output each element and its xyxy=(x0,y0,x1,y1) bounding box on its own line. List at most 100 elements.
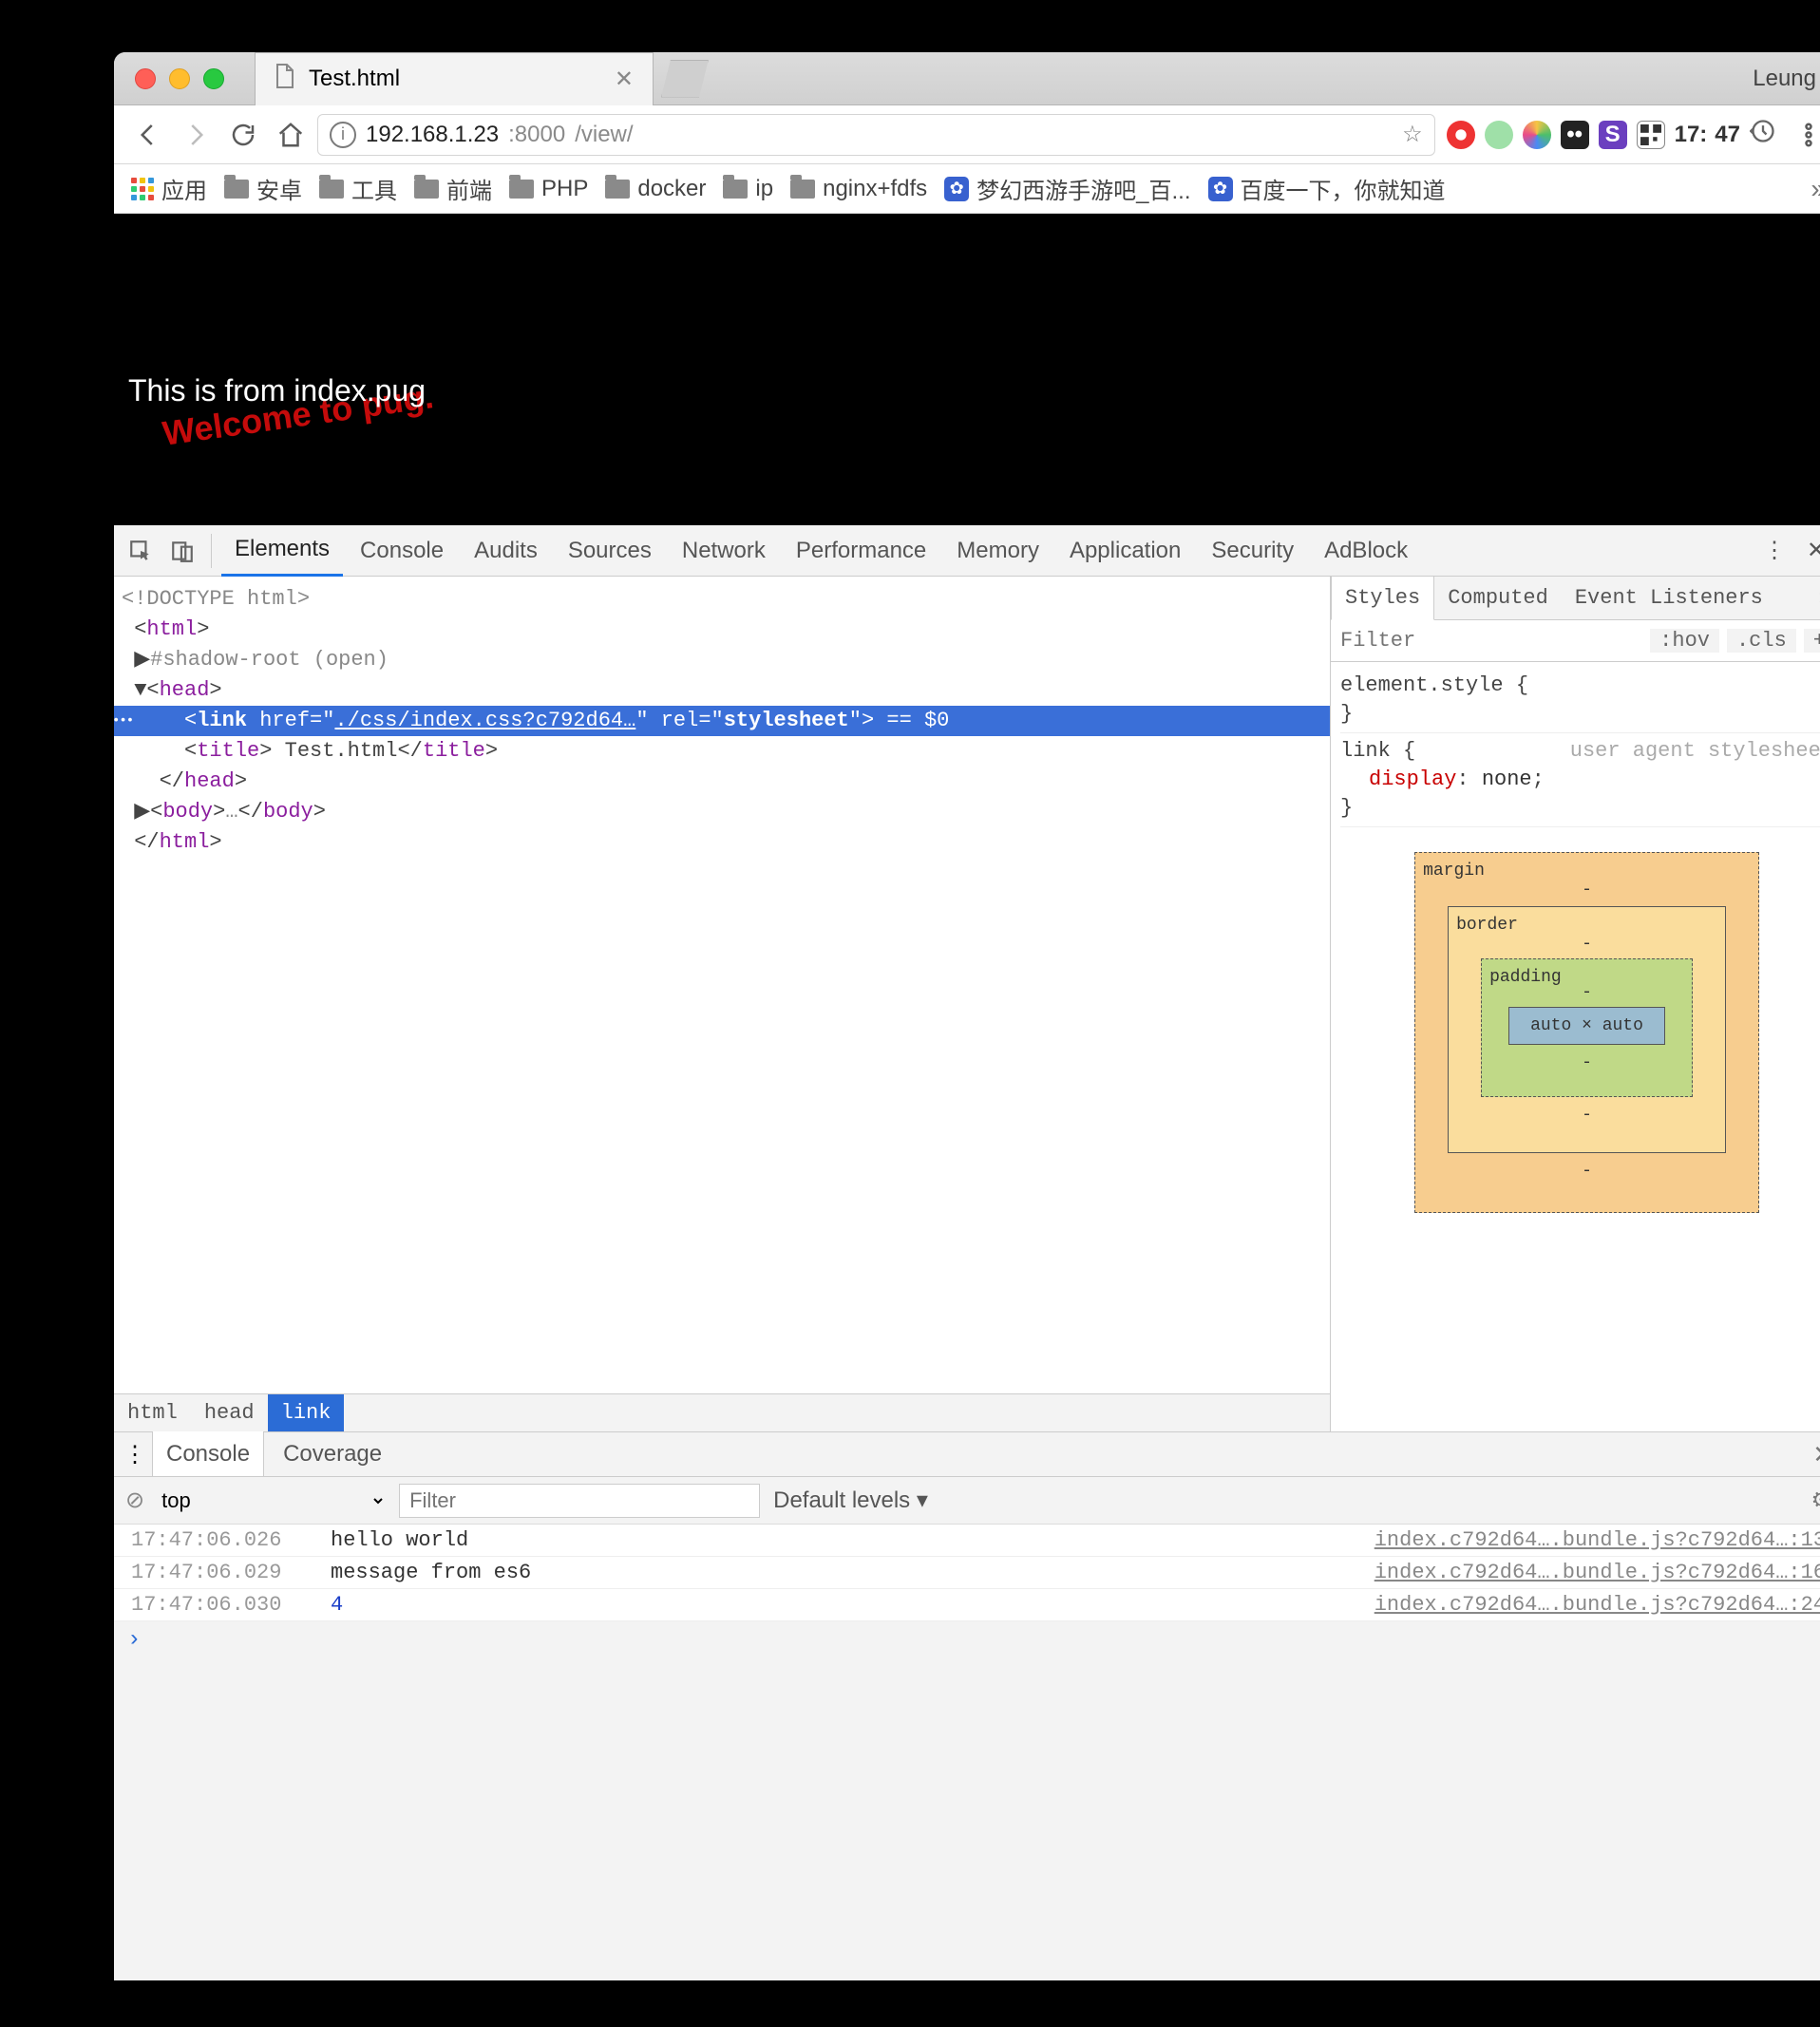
box-model[interactable]: margin- border- padding- auto × auto - -… xyxy=(1340,852,1820,1213)
crumb[interactable]: link xyxy=(268,1394,345,1431)
styles-panel: Styles Computed Event Listeners » :hov .… xyxy=(1330,577,1820,1431)
devtools: Elements Console Audits Sources Network … xyxy=(114,525,1820,1980)
tab-application[interactable]: Application xyxy=(1056,525,1194,577)
extension-icon[interactable] xyxy=(1485,121,1513,149)
folder-icon xyxy=(414,180,439,199)
style-rule[interactable]: user agent stylesheet link { display: no… xyxy=(1340,733,1820,827)
maximize-window-button[interactable] xyxy=(203,68,224,89)
tab-sources[interactable]: Sources xyxy=(555,525,665,577)
tab-adblock[interactable]: AdBlock xyxy=(1311,525,1421,577)
bookmark-folder[interactable]: PHP xyxy=(509,176,588,202)
bookmark-folder[interactable]: nginx+fdfs xyxy=(790,176,927,202)
tab-elements[interactable]: Elements xyxy=(221,525,343,577)
bookmarks-overflow-icon[interactable]: » xyxy=(1811,174,1820,204)
reload-button[interactable] xyxy=(222,114,264,156)
bookmark-folder[interactable]: 前端 xyxy=(414,172,492,205)
drawer-tab-console[interactable]: Console xyxy=(152,1431,264,1477)
history-icon[interactable] xyxy=(1750,118,1776,151)
dom-tree[interactable]: <!DOCTYPE html> <html> ▶#shadow-root (op… xyxy=(114,577,1330,1431)
log-levels-select[interactable]: Default levels ▾ xyxy=(773,1487,928,1514)
bookmarks-bar: 应用 安卓 工具 前端 PHP docker ip nginx+fdfs ✿梦幻… xyxy=(114,164,1820,214)
more-tabs-icon[interactable]: » xyxy=(1808,577,1820,620)
inspect-icon[interactable] xyxy=(122,532,160,570)
close-tab-icon[interactable]: ✕ xyxy=(615,66,634,93)
minimize-window-button[interactable] xyxy=(169,68,190,89)
browser-tab[interactable]: Test.html ✕ xyxy=(255,52,654,105)
extension-icon[interactable] xyxy=(1447,121,1475,149)
computed-tab[interactable]: Computed xyxy=(1434,577,1562,620)
drawer-menu-icon[interactable]: ⋮ xyxy=(123,1441,146,1468)
devtools-close-icon[interactable]: ✕ xyxy=(1797,532,1820,570)
devtools-tabs: Elements Console Audits Sources Network … xyxy=(114,525,1820,577)
url-host: 192.168.1.23 xyxy=(366,122,499,148)
folder-icon xyxy=(224,180,249,199)
page-text: This is from index.pug xyxy=(128,373,426,408)
bookmark-link[interactable]: ✿百度一下，你就知道 xyxy=(1208,172,1446,205)
apps-button[interactable]: 应用 xyxy=(131,172,207,205)
crumb[interactable]: head xyxy=(191,1394,268,1431)
listeners-tab[interactable]: Event Listeners xyxy=(1562,577,1776,620)
home-button[interactable] xyxy=(270,114,312,156)
hov-button[interactable]: :hov xyxy=(1650,629,1719,653)
console-settings-icon[interactable]: ⚙ xyxy=(1811,1487,1820,1514)
folder-icon xyxy=(723,180,748,199)
styles-tab[interactable]: Styles xyxy=(1331,577,1434,620)
window-controls xyxy=(114,68,245,89)
tab-bar: Test.html ✕ Leung xyxy=(114,52,1820,105)
tab-performance[interactable]: Performance xyxy=(783,525,939,577)
console-log-row[interactable]: 17:47:06.026hello worldindex.c792d64….bu… xyxy=(114,1525,1820,1557)
toolbar: i 192.168.1.23:8000/view/ ☆ •• S 17:47 xyxy=(114,105,1820,164)
new-rule-icon[interactable]: + xyxy=(1804,629,1820,653)
dom-selected-node[interactable]: <link href="./css/index.css?c792d64…" re… xyxy=(114,706,1330,736)
extensions: •• S 17:47 xyxy=(1441,118,1782,151)
context-select[interactable]: top xyxy=(158,1484,386,1518)
site-info-icon[interactable]: i xyxy=(330,122,356,148)
apps-icon xyxy=(131,178,154,200)
tab-console[interactable]: Console xyxy=(347,525,457,577)
bookmark-folder[interactable]: docker xyxy=(605,176,706,202)
url-port: :8000 xyxy=(508,122,565,148)
devtools-menu-icon[interactable]: ⋮ xyxy=(1755,532,1793,570)
console-log-row[interactable]: 17:47:06.029message from es6index.c792d6… xyxy=(114,1557,1820,1589)
back-button[interactable] xyxy=(127,114,169,156)
bookmark-link[interactable]: ✿梦幻西游手游吧_百... xyxy=(944,172,1190,205)
page-viewport: Welcome to pug. This is from index.pug xyxy=(114,214,1820,525)
device-toggle-icon[interactable] xyxy=(163,532,201,570)
clock-extension[interactable]: 17:47 xyxy=(1675,122,1740,148)
tab-network[interactable]: Network xyxy=(669,525,779,577)
bookmark-folder[interactable]: 安卓 xyxy=(224,172,302,205)
new-tab-button[interactable] xyxy=(661,60,709,98)
cls-button[interactable]: .cls xyxy=(1727,629,1796,653)
file-icon xyxy=(275,64,295,95)
drawer-close-icon[interactable]: ✕ xyxy=(1812,1440,1820,1469)
profile-name[interactable]: Leung xyxy=(1726,66,1820,92)
bookmark-star-icon[interactable]: ☆ xyxy=(1402,121,1423,148)
extension-icon[interactable]: S xyxy=(1599,121,1627,149)
forward-button[interactable] xyxy=(175,114,217,156)
omnibox[interactable]: i 192.168.1.23:8000/view/ ☆ xyxy=(317,114,1435,156)
tab-title: Test.html xyxy=(309,66,400,92)
drawer-tab-coverage[interactable]: Coverage xyxy=(270,1431,395,1477)
bookmark-folder[interactable]: 工具 xyxy=(319,172,397,205)
folder-icon xyxy=(509,180,534,199)
extension-icon[interactable] xyxy=(1523,121,1551,149)
close-window-button[interactable] xyxy=(135,68,156,89)
folder-icon xyxy=(605,180,630,199)
crumb[interactable]: html xyxy=(114,1394,191,1431)
folder-icon xyxy=(319,180,344,199)
tab-security[interactable]: Security xyxy=(1198,525,1307,577)
extension-icon[interactable]: •• xyxy=(1561,121,1589,149)
tab-memory[interactable]: Memory xyxy=(943,525,1052,577)
console-prompt[interactable]: › xyxy=(114,1621,1820,1658)
bookmark-folder[interactable]: ip xyxy=(723,176,773,202)
menu-button[interactable] xyxy=(1788,114,1820,156)
style-rule[interactable]: element.style { } xyxy=(1340,668,1820,733)
clear-console-icon[interactable]: ⊘ xyxy=(125,1487,144,1514)
folder-icon xyxy=(790,180,815,199)
console-log-row[interactable]: 17:47:06.0304index.c792d64….bundle.js?c7… xyxy=(114,1589,1820,1621)
favicon: ✿ xyxy=(944,177,969,201)
styles-filter-input[interactable] xyxy=(1331,620,1642,661)
tab-audits[interactable]: Audits xyxy=(461,525,551,577)
console-filter-input[interactable] xyxy=(399,1484,760,1518)
qr-icon[interactable] xyxy=(1637,121,1665,149)
